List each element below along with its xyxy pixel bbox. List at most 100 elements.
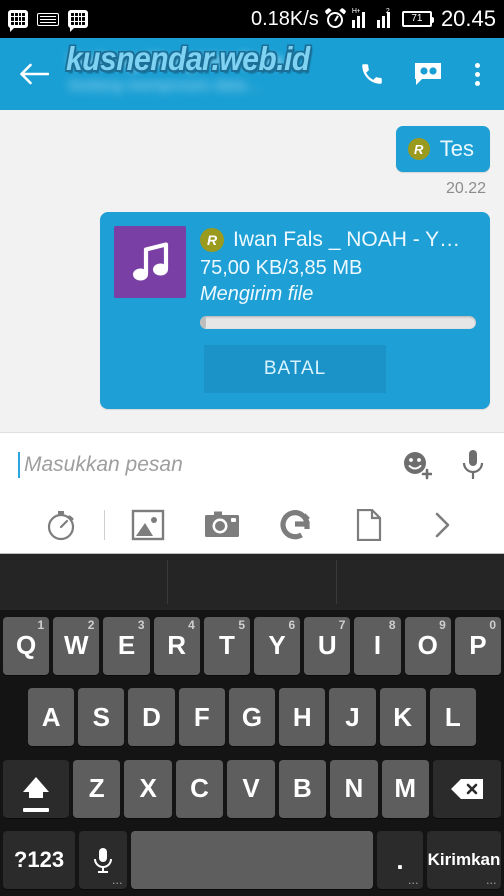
status-bar-right: 0.18K/s H+ 2 71 20.45 xyxy=(251,6,496,32)
bbm-icon xyxy=(8,10,28,28)
send-key[interactable]: Kirimkan... xyxy=(427,831,501,890)
overflow-menu-button[interactable] xyxy=(467,59,488,90)
cancel-button[interactable]: BATAL xyxy=(204,345,386,393)
status-bar-left-icons xyxy=(8,10,88,28)
file-card-top: R Iwan Fals _ NOAH - Y… 75,00 KB/3,85 MB… xyxy=(114,226,476,306)
battery-icon: 71 xyxy=(401,11,434,27)
key-c[interactable]: C xyxy=(175,759,224,818)
keyboard-row-1: 1Q 2W 3E 4R 5T 6Y 7U 8I 9O 0P xyxy=(0,610,504,682)
contact-status: Sedang memproses data... xyxy=(68,77,261,94)
retract-badge: R xyxy=(407,138,430,160)
camera-icon[interactable] xyxy=(185,510,259,540)
emoji-add-icon[interactable] xyxy=(402,450,433,480)
music-note-icon xyxy=(114,226,186,298)
key-q[interactable]: 1Q xyxy=(2,616,50,675)
key-t[interactable]: 5T xyxy=(203,616,250,675)
key-b[interactable]: B xyxy=(278,759,327,818)
backspace-icon[interactable] xyxy=(432,759,501,818)
keyboard-row-2: A S D F G H J K L xyxy=(0,682,504,754)
message-timestamp: 20.22 xyxy=(445,180,486,197)
key-u[interactable]: 7U xyxy=(304,616,351,675)
phone-icon xyxy=(362,64,382,84)
keyboard-row-3: Z X C V B N M xyxy=(0,753,504,825)
key-j[interactable]: J xyxy=(329,688,376,747)
key-o[interactable]: 9O xyxy=(404,616,451,675)
clock: 20.45 xyxy=(440,6,496,31)
key-v[interactable]: V xyxy=(227,759,275,818)
key-l[interactable]: L xyxy=(429,688,476,747)
period-key[interactable]: .... xyxy=(377,831,423,890)
retract-badge-file: R xyxy=(200,228,224,252)
file-size: 75,00 KB/3,85 MB xyxy=(200,257,363,279)
document-icon[interactable] xyxy=(332,508,406,541)
file-progress-fill xyxy=(200,316,206,329)
app-bar-actions xyxy=(355,57,488,91)
key-x[interactable]: X xyxy=(124,759,172,818)
chevron-right-icon[interactable] xyxy=(406,511,480,539)
key-y[interactable]: 6Y xyxy=(254,616,301,675)
message-row-outgoing: R Tes xyxy=(14,126,490,172)
key-e[interactable]: 3E xyxy=(103,616,150,675)
symbols-key[interactable]: ?123 xyxy=(3,831,75,890)
composer-icons xyxy=(402,448,486,482)
key-g[interactable]: G xyxy=(228,688,276,747)
key-w[interactable]: 2W xyxy=(53,616,100,675)
key-z[interactable]: Z xyxy=(73,759,121,818)
message-placeholder: Masukkan pesan xyxy=(24,452,183,476)
app-bar: Sedang Mengirim Data Sedang memproses da… xyxy=(0,38,504,110)
file-card-meta: R Iwan Fals _ NOAH - Y… 75,00 KB/3,85 MB… xyxy=(200,226,476,306)
bbm-chat-button[interactable] xyxy=(411,57,445,91)
soft-keyboard: 1Q 2W 3E 4R 5T 6Y 7U 8I 9O 0P A S D F G … xyxy=(0,554,504,896)
text-caret xyxy=(18,451,20,478)
file-status: Mengirim file xyxy=(200,283,314,305)
attachment-divider xyxy=(103,509,105,540)
key-m[interactable]: M xyxy=(381,759,429,818)
glympse-icon[interactable] xyxy=(258,509,332,541)
phone-screen: 0.18K/s H+ 2 71 20.45 Sedang Mengirim Da… xyxy=(0,0,504,896)
message-text: Tes xyxy=(439,136,474,161)
key-i[interactable]: 8I xyxy=(354,616,401,675)
gallery-icon[interactable] xyxy=(111,509,185,541)
contact-name: Sedang Mengirim Data xyxy=(68,51,283,72)
key-a[interactable]: A xyxy=(28,688,75,747)
key-k[interactable]: K xyxy=(379,688,426,747)
chat-title-area[interactable]: Sedang Mengirim Data Sedang memproses da… xyxy=(66,41,355,103)
shift-icon[interactable] xyxy=(3,759,70,818)
bbm-chat-icon xyxy=(415,63,441,85)
file-name: Iwan Fals _ NOAH - Y… xyxy=(233,228,461,251)
key-s[interactable]: S xyxy=(78,688,125,747)
timer-icon[interactable] xyxy=(24,508,98,542)
back-button[interactable] xyxy=(16,56,52,92)
message-input[interactable]: Masukkan pesan xyxy=(18,451,402,478)
key-p[interactable]: 0P xyxy=(454,616,502,675)
keyboard-icon xyxy=(37,12,59,26)
suggestion-1[interactable] xyxy=(0,554,167,610)
status-bar: 0.18K/s H+ 2 71 20.45 xyxy=(0,0,504,38)
battery-level: 71 xyxy=(411,13,423,24)
call-button[interactable] xyxy=(355,57,389,91)
alarm-icon xyxy=(324,7,347,29)
key-r[interactable]: 4R xyxy=(153,616,200,675)
message-composer: Masukkan pesan xyxy=(0,432,504,496)
suggestion-3[interactable] xyxy=(337,554,504,610)
key-n[interactable]: N xyxy=(330,759,378,818)
network-speed: 0.18K/s xyxy=(250,7,319,30)
key-d[interactable]: D xyxy=(128,688,175,747)
space-key[interactable] xyxy=(131,831,373,890)
microphone-icon[interactable] xyxy=(460,448,486,482)
key-f[interactable]: F xyxy=(178,688,225,747)
signal-icon-sim2: 2 xyxy=(376,8,395,28)
suggestion-bar xyxy=(0,554,504,610)
file-progress-bar xyxy=(200,316,476,329)
bbm-icon-2 xyxy=(68,10,88,28)
microphone-key-icon[interactable]: ... xyxy=(79,831,127,890)
key-h[interactable]: H xyxy=(279,688,326,747)
file-transfer-card[interactable]: R Iwan Fals _ NOAH - Y… 75,00 KB/3,85 MB… xyxy=(100,212,490,409)
file-title-row: R Iwan Fals _ NOAH - Y… xyxy=(200,228,476,252)
suggestion-2[interactable] xyxy=(168,554,335,610)
keyboard-row-4: ?123 ... .... Kirimkan... xyxy=(0,825,504,896)
chat-area: R Tes 20.22 R Iwan Fals _ NOAH - Y… 75,0… xyxy=(0,110,504,432)
attachment-bar xyxy=(0,496,504,554)
signal-icon-sim1: H+ xyxy=(351,8,370,28)
message-bubble[interactable]: R Tes xyxy=(395,126,490,172)
